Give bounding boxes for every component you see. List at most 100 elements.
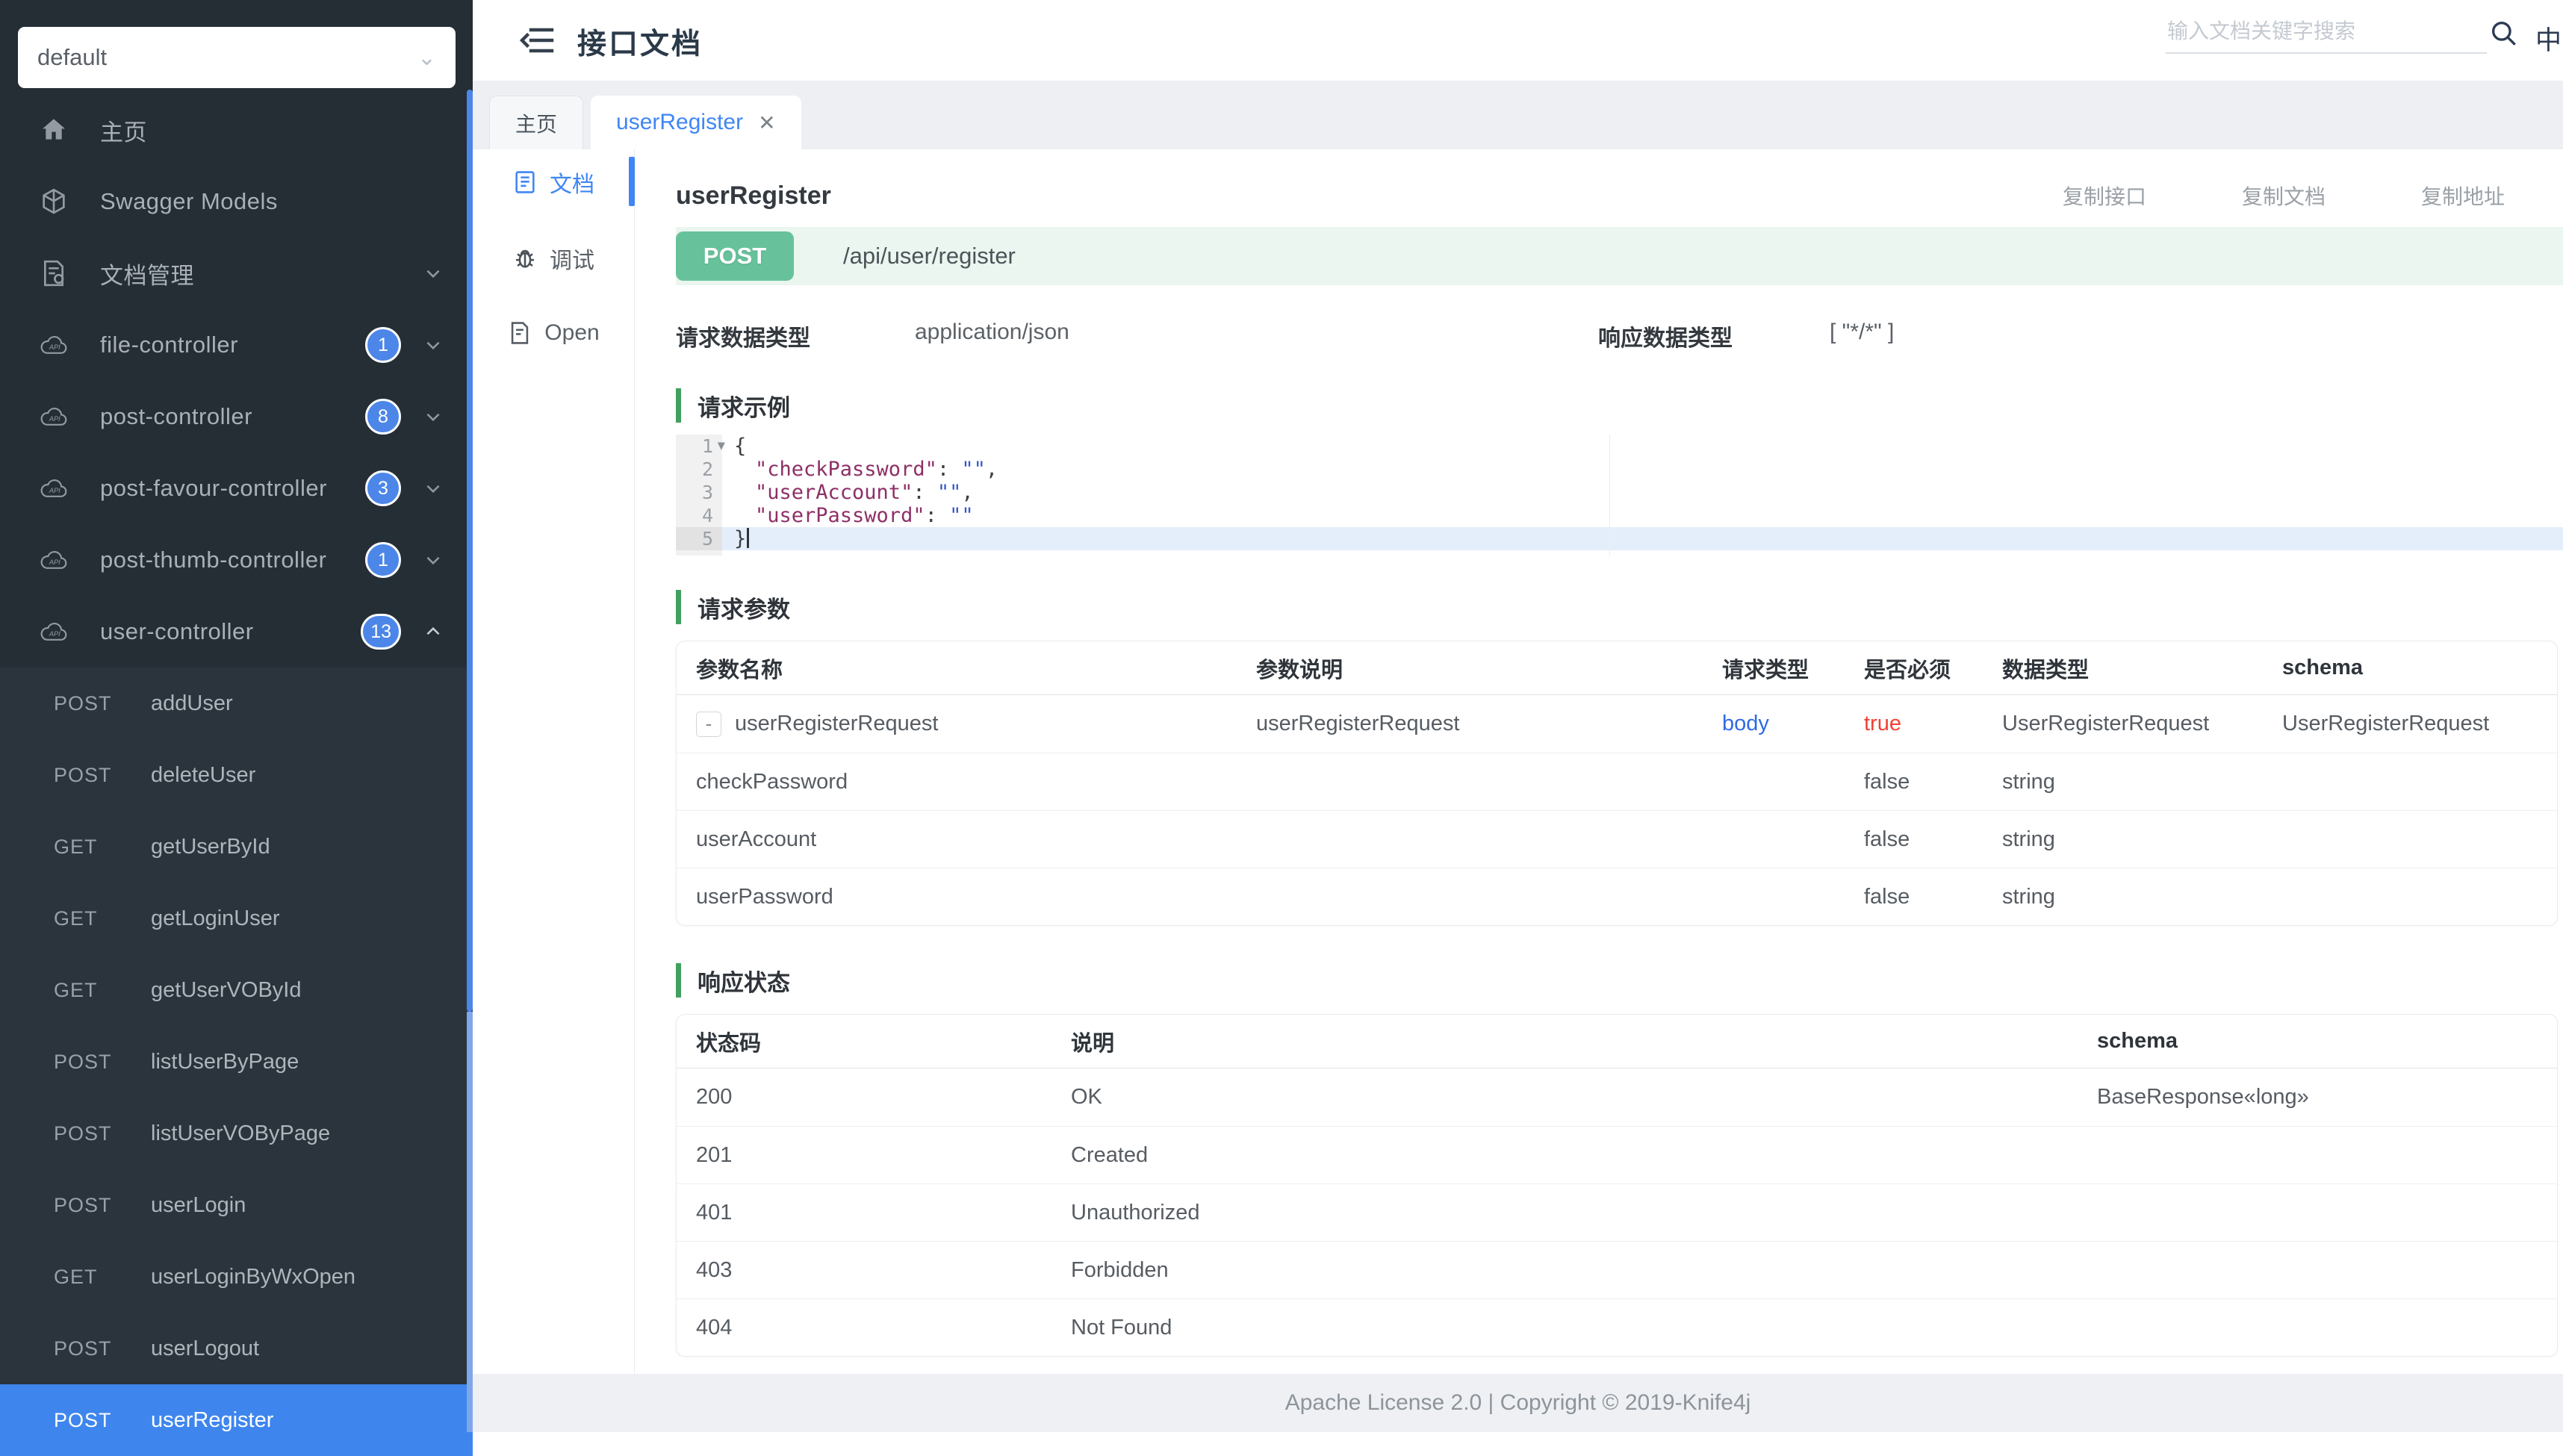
cloud-api-icon: API [39,545,69,575]
doc-search [2166,13,2487,54]
chevron-down-icon [423,407,443,426]
doc-manage-icon [39,258,69,288]
count-badge: 1 [365,327,401,363]
svg-text:API: API [49,630,60,638]
api-name: userLogout [151,1337,259,1361]
section-request-params: 请求参数 [676,590,2563,624]
chevron-down-icon [423,479,443,498]
svg-text:API: API [49,559,60,566]
document-icon [512,169,538,195]
active-tab-indicator [629,157,635,206]
api-item-userLogout[interactable]: POST userLogout [0,1313,473,1384]
tab-userRegister[interactable]: userRegister ✕ [591,96,801,149]
text-cursor [747,528,749,548]
sidebar-item-swagger-models[interactable]: Swagger Models [0,166,473,237]
cloud-api-icon: API [39,402,69,432]
api-item-deleteUser[interactable]: POST deleteUser [0,739,473,811]
http-method-badge: POST [676,231,794,281]
http-method: GET [54,979,151,1002]
fold-arrow-icon[interactable]: ▼ [718,435,725,458]
count-badge: 8 [365,399,401,435]
menu-fold-icon[interactable] [519,22,555,58]
language-toggle[interactable]: 中 [2535,19,2562,57]
table-row: 200 OK BaseResponse«long» [677,1068,2557,1126]
json-example-editor[interactable]: 1▼ 2 3 4 5 { "checkPassword": "", "userA… [676,435,2563,556]
http-method: POST [54,1194,151,1217]
count-badge: 3 [365,470,401,506]
search-icon[interactable] [2488,18,2520,49]
sidebar-item-home[interactable]: 主页 [0,94,473,166]
sidebar-item-user-controller[interactable]: API user-controller 13 [0,596,473,668]
copy-doc-link[interactable]: 复制文档 [2242,181,2326,211]
copy-address-link[interactable]: 复制地址 [2421,181,2505,211]
api-item-userLoginByWxOpen[interactable]: GET userLoginByWxOpen [0,1241,473,1313]
sidebar-item-post-favour-controller[interactable]: API post-favour-controller 3 [0,452,473,524]
search-input[interactable] [2166,13,2487,54]
http-method: POST [54,692,151,715]
footer-text: Apache License 2.0 | Copyright © 2019-Kn… [1285,1390,1751,1416]
sidebar-scrollbar-thumb[interactable] [467,90,473,1012]
cloud-api-icon: API [39,617,69,647]
sidebar: default ⌄ 主页 Swagger Models 文档管理 API fil… [0,0,473,1432]
api-name: userLoginByWxOpen [151,1265,355,1289]
sidebar-scrollbar-track [467,1012,473,1432]
tab-doc[interactable]: 文档 [473,161,634,203]
sidebar-item-post-thumb-controller[interactable]: API post-thumb-controller 1 [0,524,473,596]
tab-open[interactable]: Open [473,312,634,354]
sidebar-item-file-controller[interactable]: API file-controller 1 [0,309,473,381]
group-select[interactable]: default ⌄ [18,27,456,88]
home-icon [39,115,69,145]
sidebar-item-label: Swagger Models [100,188,278,215]
svg-text:API: API [49,343,60,351]
doc-panel: userRegister 复制接口 复制文档 复制地址 POST /api/us… [635,149,2563,1432]
http-method: GET [54,836,151,859]
tab-home[interactable]: 主页 [489,96,583,149]
content-area: 文档 调试 Open userRegister 复制接口 复制文档 复制地址 [473,149,2563,1432]
api-name: addUser [151,691,233,716]
http-method: GET [54,907,151,930]
response-type-label: 响应数据类型 [1598,320,1733,352]
file-icon [507,320,532,346]
models-icon [39,187,69,217]
table-row: 201 Created [677,1126,2557,1183]
response-status-table: 状态码 说明 schema 200 OK BaseResponse«long» … [676,1014,2558,1357]
table-header-row: 参数名称 参数说明 请求类型 是否必须 数据类型 schema [677,641,2557,695]
copy-api-link[interactable]: 复制接口 [2063,181,2146,211]
collapse-toggle[interactable]: - [696,712,721,737]
sidebar-item-label: post-favour-controller [100,475,327,502]
sidebar-item-label: post-controller [100,403,252,430]
sidebar-item-label: user-controller [100,618,254,645]
api-title: userRegister [676,181,831,211]
api-name: getUserById [151,835,270,859]
api-name: getUserVOById [151,978,301,1003]
http-method: GET [54,1266,151,1289]
group-select-value: default [37,44,417,71]
doc-side-tabs: 文档 调试 Open [473,149,635,1432]
http-method: POST [54,764,151,787]
api-item-userRegister[interactable]: POST userRegister [0,1384,473,1456]
api-item-listUserByPage[interactable]: POST listUserByPage [0,1026,473,1098]
api-item-userLogin[interactable]: POST userLogin [0,1169,473,1241]
tab-label: 文档 [550,166,594,199]
api-item-getLoginUser[interactable]: GET getLoginUser [0,883,473,954]
api-item-getUserVOById[interactable]: GET getUserVOById [0,954,473,1026]
api-name: listUserVOByPage [151,1121,330,1146]
section-request-example: 请求示例 [676,388,2563,423]
table-row: userAccount false string [677,810,2557,868]
tab-debug[interactable]: 调试 [473,237,634,279]
svg-text:API: API [49,487,60,494]
sidebar-item-post-controller[interactable]: API post-controller 8 [0,381,473,452]
api-item-listUserVOByPage[interactable]: POST listUserVOByPage [0,1098,473,1169]
api-name: userLogin [151,1193,246,1218]
copy-links: 复制接口 复制文档 复制地址 [2063,181,2505,211]
chevron-up-icon [423,622,443,641]
footer: Apache License 2.0 | Copyright © 2019-Kn… [473,1374,2563,1432]
request-type-value: application/json [915,320,1069,345]
api-item-addUser[interactable]: POST addUser [0,668,473,739]
api-item-getUserById[interactable]: GET getUserById [0,811,473,883]
main-area: 接口文档 中 主页 userRegister ✕ 文档 调试 [473,0,2563,1432]
chevron-down-icon: ⌄ [417,45,436,71]
close-icon[interactable]: ✕ [758,111,775,135]
table-row: checkPassword false string [677,753,2557,810]
sidebar-item-doc-manage[interactable]: 文档管理 [0,237,473,309]
